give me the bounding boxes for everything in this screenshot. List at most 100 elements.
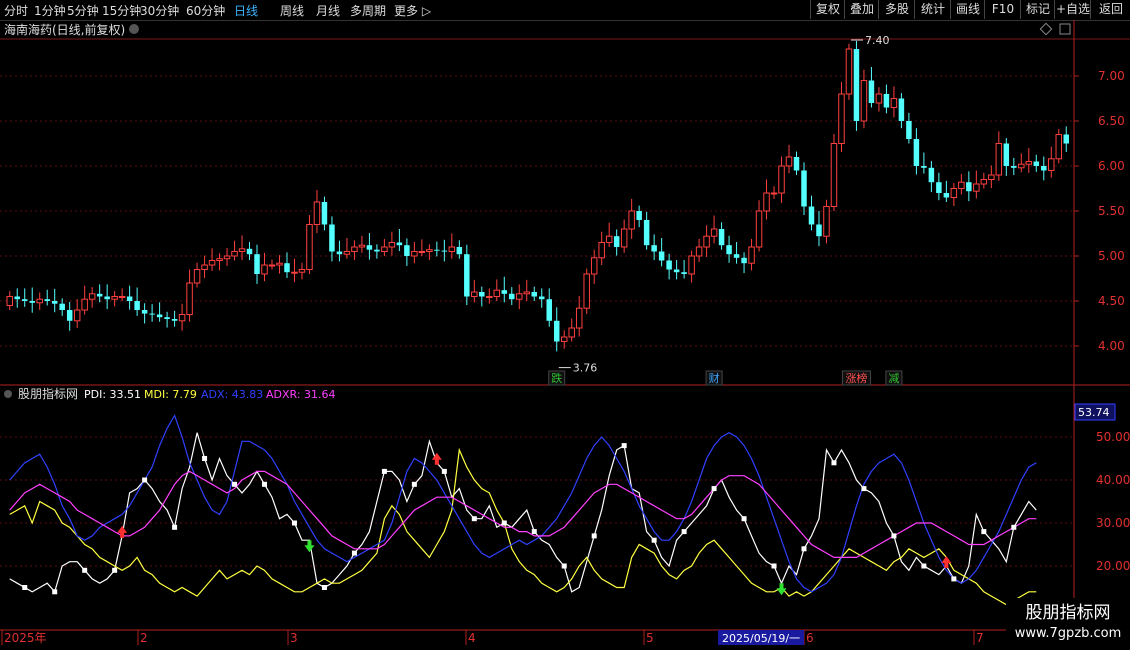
candle-body — [88, 293, 96, 300]
price-tick-label: 6.50 — [1098, 114, 1125, 128]
candle-body — [726, 245, 732, 255]
candle-body — [21, 299, 28, 301]
pdi-point — [861, 486, 867, 492]
high-price-label: 7.40 — [865, 34, 890, 47]
event-tag[interactable]: 财 — [709, 371, 720, 385]
candle-body — [620, 228, 628, 248]
candle-body — [636, 211, 642, 220]
toolbar-button-0[interactable]: 复权 — [810, 0, 845, 19]
candle-body — [605, 235, 613, 243]
candle-body — [531, 292, 537, 297]
pdi-point — [531, 529, 537, 535]
pdi-point — [22, 585, 28, 590]
candle-body — [651, 245, 657, 252]
candle-body — [583, 273, 590, 309]
candle-body — [104, 296, 110, 300]
candle-body — [741, 257, 747, 264]
diamond-icon[interactable] — [1039, 22, 1053, 36]
candle-body — [733, 254, 740, 258]
period-tab-9[interactable]: 多周期 — [350, 2, 386, 19]
event-tag[interactable]: 涨榜 — [845, 371, 867, 385]
candle-body — [96, 293, 103, 297]
candle-body — [291, 271, 298, 274]
candle-body — [516, 293, 523, 300]
toolbar-button-5[interactable]: F10 — [984, 0, 1021, 19]
candle-body — [193, 269, 201, 284]
pdi-point — [262, 481, 268, 487]
candle-body — [778, 165, 785, 194]
candle-body — [808, 206, 815, 225]
candle-body — [418, 251, 426, 253]
watermark-title: 股朋指标网 — [1026, 603, 1111, 623]
candle-body — [853, 49, 860, 121]
candle-body — [336, 251, 343, 255]
candle-body — [928, 167, 935, 183]
price-tick-label: 6.00 — [1098, 159, 1125, 173]
toolbar-button-4[interactable]: 画线 — [950, 0, 985, 19]
candle-body — [1025, 161, 1033, 165]
candle-body — [149, 313, 155, 315]
toolbar-button-2[interactable]: 多股 — [878, 0, 915, 19]
pdi-point — [112, 567, 118, 573]
period-tab-8[interactable]: 月线 — [316, 2, 340, 19]
candle-body — [553, 320, 560, 342]
pdi-point — [621, 443, 627, 449]
candle-body — [816, 224, 822, 237]
panel-toggle-icon[interactable] — [1059, 23, 1071, 35]
toolbar-button-8[interactable]: 返回 — [1090, 0, 1130, 19]
candle-body — [426, 249, 433, 252]
candle-body — [1033, 161, 1040, 166]
toolbar-button-3[interactable]: 统计 — [914, 0, 951, 19]
event-tag[interactable]: 减 — [888, 372, 899, 385]
candle-body — [268, 264, 276, 267]
candle-body — [883, 94, 890, 108]
period-tab-6[interactable]: 日线 — [234, 2, 258, 19]
price-tick-label: 5.00 — [1098, 249, 1125, 263]
candle-body — [958, 181, 965, 189]
candle-body — [448, 246, 456, 252]
pdi-point — [771, 563, 777, 569]
candle-body — [598, 242, 605, 259]
period-tab-0[interactable]: 分时 — [4, 2, 28, 19]
toolbar-button-1[interactable]: 叠加 — [844, 0, 879, 19]
pdi-point — [741, 516, 747, 522]
candle-body — [845, 48, 853, 95]
sell-arrow-icon — [776, 583, 787, 596]
pdi-point — [501, 520, 507, 526]
candle-body — [351, 246, 358, 252]
chevron-down-icon[interactable] — [4, 390, 12, 398]
indicator-legend-item: ADX: 43.83 — [201, 388, 263, 401]
candle-body — [988, 174, 995, 180]
period-tab-4[interactable]: 30分钟 — [140, 2, 179, 19]
candle-body — [44, 299, 50, 301]
period-tab-2[interactable]: 5分钟 — [67, 2, 99, 19]
toolbar-button-7[interactable]: +自选 — [1054, 0, 1091, 19]
chevron-down-icon[interactable] — [129, 24, 139, 34]
period-tab-10[interactable]: 更多 ▷ — [394, 2, 431, 19]
period-tab-3[interactable]: 15分钟 — [102, 2, 141, 19]
candle-body — [434, 249, 440, 251]
candle-body — [995, 143, 1003, 176]
candle-body — [388, 242, 396, 248]
candle-body — [718, 229, 725, 246]
event-tag[interactable]: 跌 — [551, 371, 562, 385]
candle-body — [546, 299, 552, 321]
candle-body — [216, 258, 223, 262]
pdi-point — [891, 533, 897, 539]
candle-body — [710, 228, 718, 237]
period-tab-1[interactable]: 1分钟 — [34, 2, 66, 19]
candle-body — [156, 314, 163, 318]
candle-body — [246, 248, 253, 255]
candle-body — [186, 282, 193, 315]
date-label: 5 — [646, 631, 654, 645]
candle-body — [973, 183, 980, 192]
candle-body — [381, 246, 388, 252]
period-tab-5[interactable]: 60分钟 — [186, 2, 225, 19]
candle-body — [1003, 143, 1010, 166]
date-label: 4 — [468, 631, 476, 645]
candle-body — [860, 80, 868, 122]
candle-body — [560, 336, 568, 342]
period-tab-7[interactable]: 周线 — [280, 2, 304, 19]
candle-body — [164, 317, 170, 319]
toolbar-button-6[interactable]: 标记 — [1020, 0, 1055, 19]
